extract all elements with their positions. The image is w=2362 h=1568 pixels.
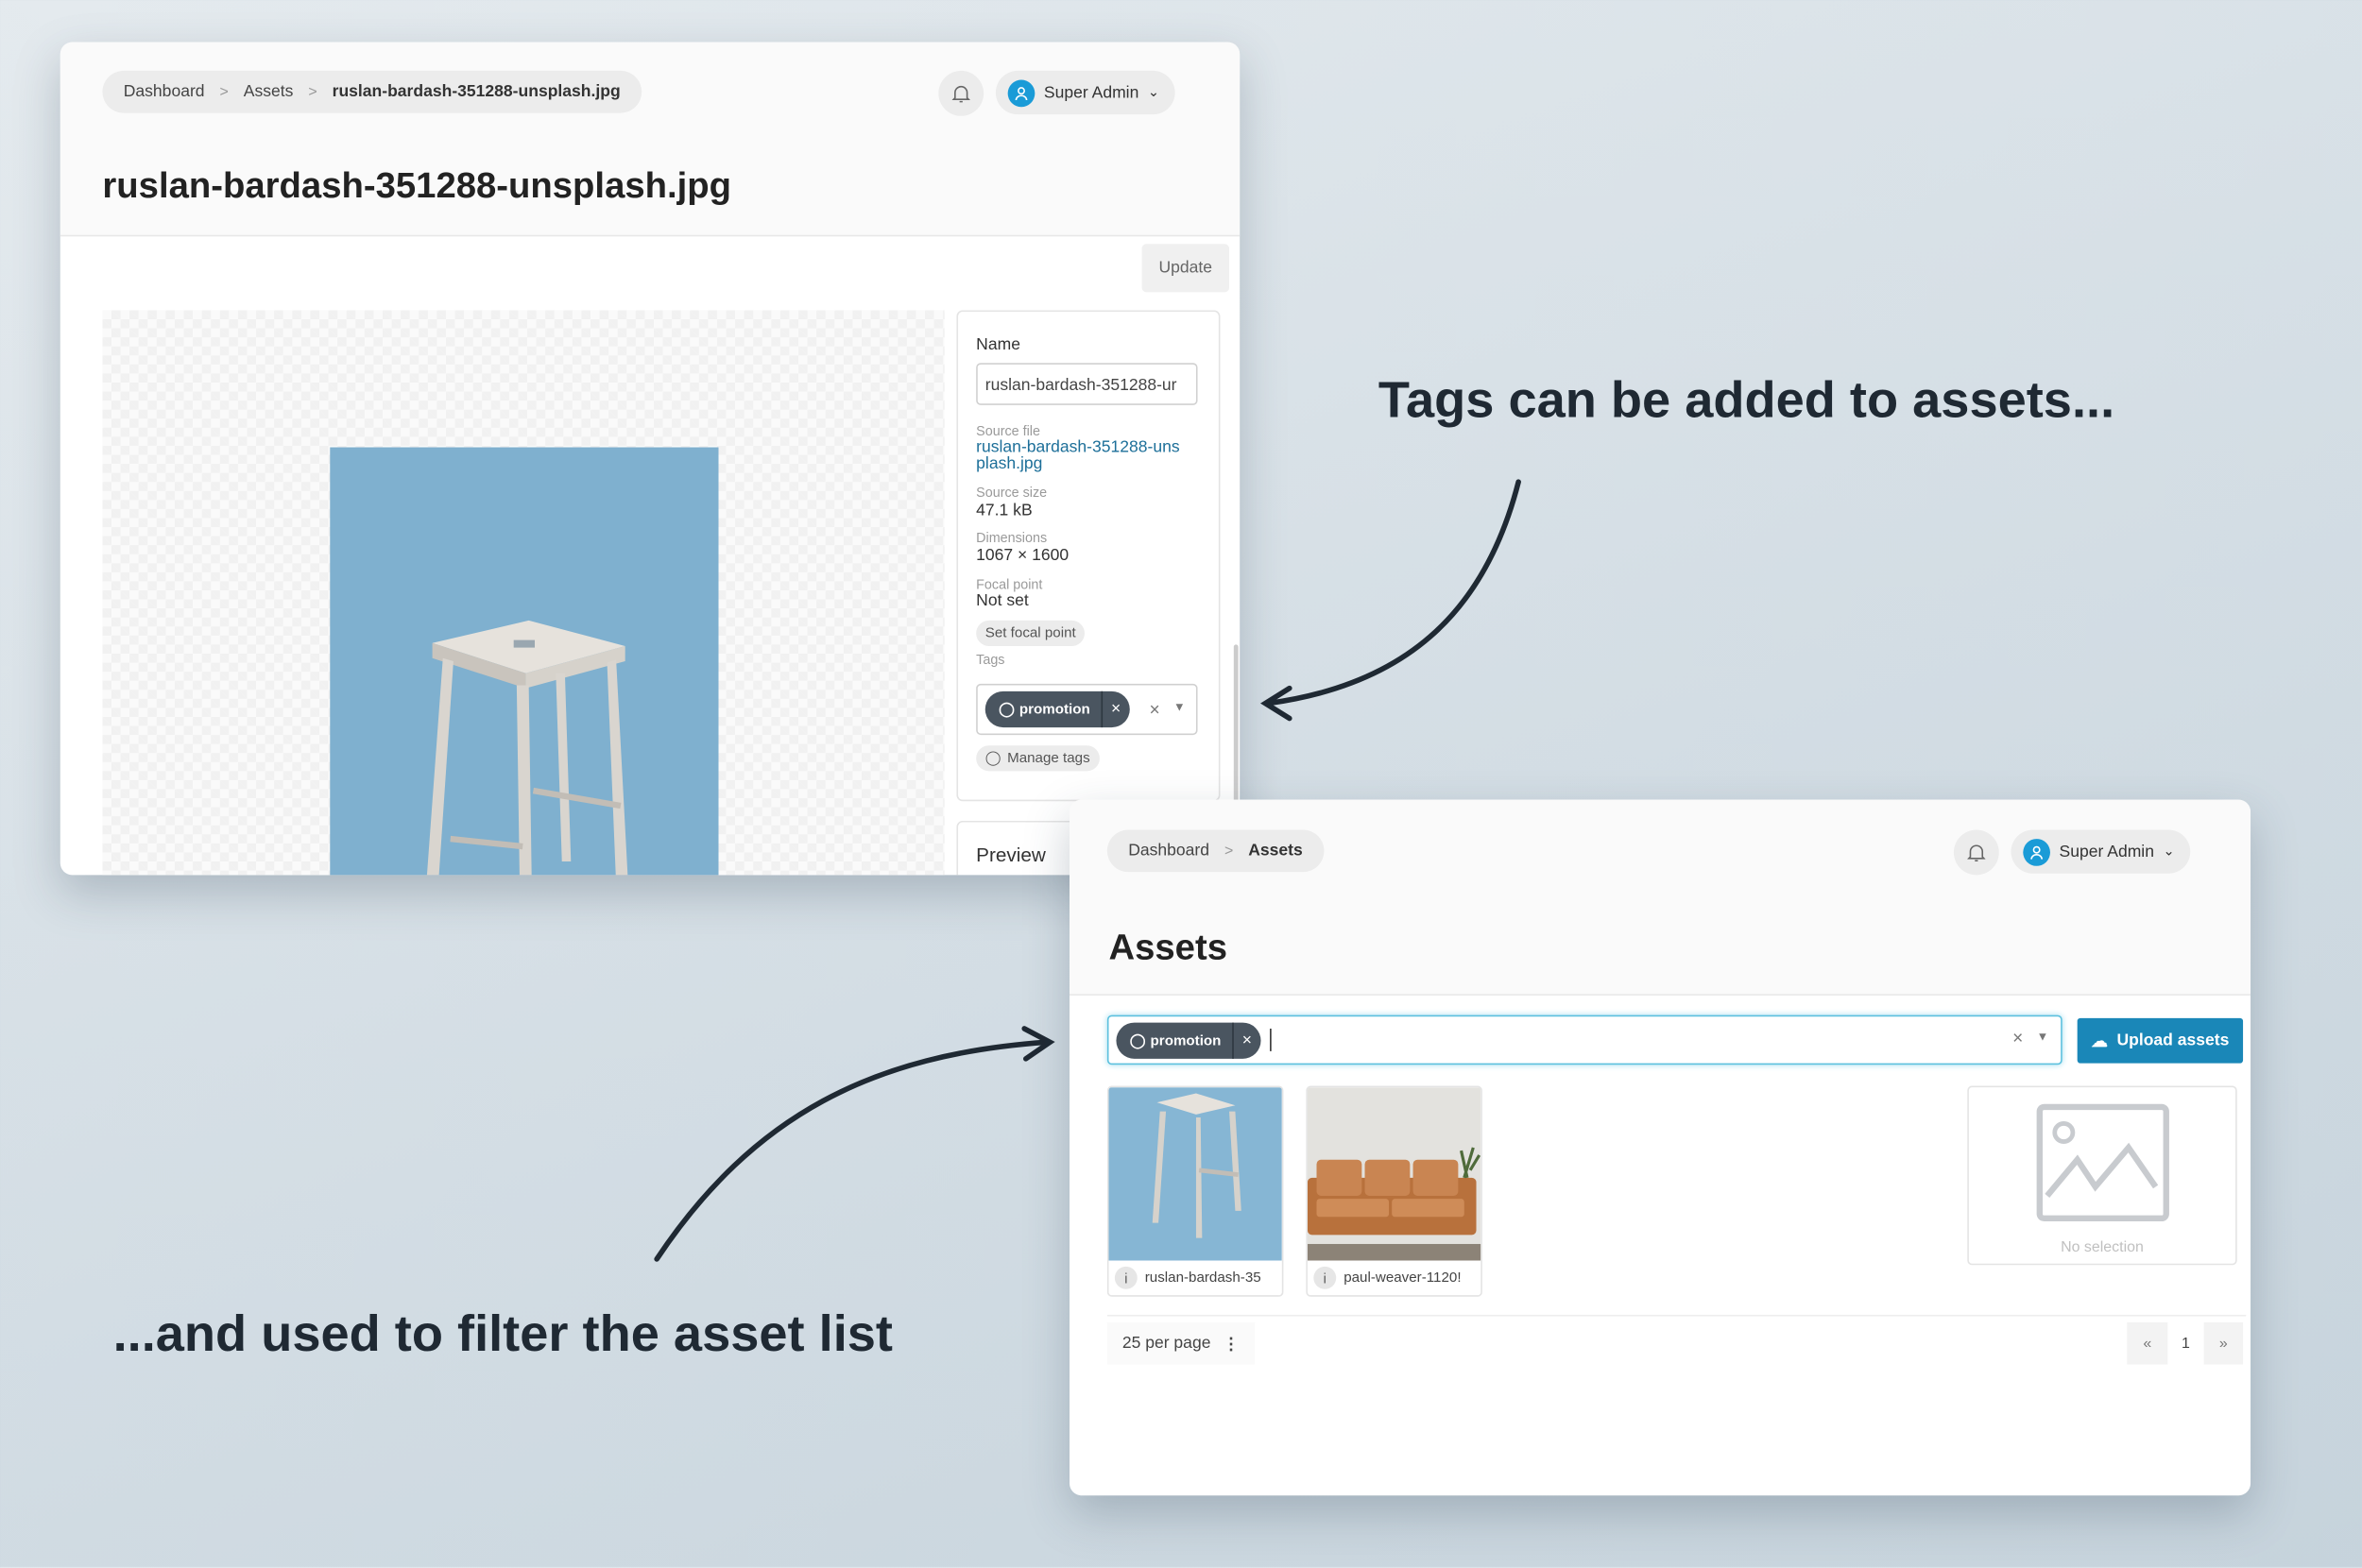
prev-page-button[interactable]: « bbox=[2127, 1321, 2168, 1365]
source-size-value: 47.1 kB bbox=[976, 501, 1033, 520]
upload-label: Upload assets bbox=[2116, 1031, 2230, 1050]
chevron-right-icon: > bbox=[308, 83, 317, 101]
tag-filter-input[interactable]: ◯ promotion × × ▼ bbox=[1106, 1014, 2062, 1065]
cloud-upload-icon: ☁ bbox=[2091, 1031, 2108, 1051]
source-size-label: Source size bbox=[976, 485, 1048, 501]
breadcrumb-dashboard[interactable]: Dashboard bbox=[124, 83, 205, 101]
user-menu[interactable]: Super Admin ⌄ bbox=[995, 70, 1174, 115]
asset-name: paul-weaver-1120! bbox=[1344, 1270, 1462, 1287]
focal-point-label: Focal point bbox=[976, 576, 1043, 592]
breadcrumb-current: ruslan-bardash-351288-unsplash.jpg bbox=[332, 82, 621, 101]
asset-card[interactable]: i ruslan-bardash-35 bbox=[1106, 1085, 1284, 1297]
stool-image bbox=[330, 447, 719, 876]
text-cursor bbox=[1270, 1028, 1272, 1051]
breadcrumb-assets[interactable]: Assets bbox=[244, 83, 294, 101]
per-page-label: 25 per page bbox=[1121, 1334, 1211, 1353]
clear-icon[interactable]: × bbox=[1150, 699, 1160, 720]
manage-tags-button[interactable]: ◯ Manage tags bbox=[976, 745, 1100, 772]
image-preview-area bbox=[102, 310, 945, 876]
asset-name: ruslan-bardash-35 bbox=[1144, 1270, 1261, 1287]
selection-preview: No selection bbox=[1967, 1085, 2237, 1266]
filter-tag-label: promotion bbox=[1150, 1031, 1222, 1049]
arrow-to-tags bbox=[1265, 479, 1521, 707]
asset-card[interactable]: i paul-weaver-1120! bbox=[1306, 1085, 1482, 1297]
asset-detail-window: Dashboard > Assets > ruslan-bardash-351288… bbox=[60, 42, 1241, 876]
tags-select[interactable]: ◯ promotion × × ▼ bbox=[976, 683, 1198, 736]
manage-tags-label: Manage tags bbox=[1007, 750, 1090, 767]
tag-icon: ◯ bbox=[999, 701, 1016, 718]
asset-caption: i ruslan-bardash-35 bbox=[1108, 1261, 1281, 1296]
user-menu[interactable]: Super Admin ⌄ bbox=[2011, 829, 2190, 874]
dimensions-label: Dimensions bbox=[976, 530, 1048, 546]
chevron-right-icon: > bbox=[219, 83, 229, 101]
asset-info-panel: Name ruslan-bardash-351288-ur Source fil… bbox=[956, 310, 1221, 802]
user-avatar-icon bbox=[1007, 78, 1036, 107]
tag-label: promotion bbox=[1018, 701, 1090, 718]
dimensions-value: 1067 × 1600 bbox=[976, 546, 1070, 565]
filter-chip-promotion: ◯ promotion × bbox=[1116, 1022, 1261, 1059]
clear-icon[interactable]: × bbox=[2012, 1027, 2023, 1048]
name-input[interactable]: ruslan-bardash-351288-ur bbox=[976, 363, 1198, 405]
focal-point-value: Not set bbox=[976, 591, 1029, 610]
preview-heading: Preview bbox=[976, 843, 1046, 866]
page-title: Assets bbox=[1108, 928, 1227, 969]
kebab-menu-icon: ⋮ bbox=[1223, 1335, 1240, 1354]
notifications-button[interactable] bbox=[938, 70, 984, 116]
page-title: ruslan-bardash-351288-unsplash.jpg bbox=[102, 165, 732, 207]
per-page-select[interactable]: 25 per page ⋮ bbox=[1106, 1321, 1255, 1365]
info-icon[interactable]: i bbox=[1114, 1266, 1138, 1289]
asset-list-window: Dashboard > Assets Super Admin ⌄ Assets ◯… bbox=[1070, 799, 2251, 1496]
user-name: Super Admin bbox=[1043, 83, 1139, 102]
dropdown-caret-icon[interactable]: ▼ bbox=[1173, 700, 1186, 713]
breadcrumb: Dashboard > Assets bbox=[1106, 829, 1325, 873]
breadcrumb-dashboard[interactable]: Dashboard bbox=[1128, 842, 1209, 860]
asset-caption: i paul-weaver-1120! bbox=[1308, 1261, 1481, 1296]
user-name: Super Admin bbox=[2059, 843, 2154, 861]
asset-thumbnail bbox=[1307, 1087, 1481, 1261]
next-page-button[interactable]: » bbox=[2203, 1321, 2244, 1365]
breadcrumb-current: Assets bbox=[1248, 842, 1303, 861]
chevron-right-icon: > bbox=[1224, 843, 1234, 860]
tags-label: Tags bbox=[976, 652, 1005, 668]
bell-icon bbox=[951, 85, 970, 102]
set-focal-point-button[interactable]: Set focal point bbox=[976, 620, 1086, 646]
upload-assets-button[interactable]: ☁ Upload assets bbox=[2077, 1017, 2244, 1064]
user-avatar-icon bbox=[2023, 838, 2050, 865]
remove-tag-icon[interactable]: × bbox=[1102, 700, 1129, 718]
current-page[interactable]: 1 bbox=[2167, 1322, 2203, 1365]
bell-icon bbox=[1967, 844, 1986, 861]
name-label: Name bbox=[976, 335, 1020, 354]
tag-icon: ◯ bbox=[1129, 1031, 1146, 1049]
chevron-down-icon: ⌄ bbox=[1147, 84, 1159, 100]
chevron-down-icon: ⌄ bbox=[2163, 843, 2175, 859]
update-button[interactable]: Update bbox=[1141, 244, 1230, 293]
divider bbox=[1106, 1314, 2247, 1317]
breadcrumb: Dashboard > Assets > ruslan-bardash-351288… bbox=[102, 70, 642, 113]
dropdown-caret-icon[interactable]: ▼ bbox=[2037, 1031, 2049, 1044]
tag-chip-promotion: ◯ promotion × bbox=[984, 690, 1130, 728]
notifications-button[interactable] bbox=[1953, 829, 1999, 876]
info-icon[interactable]: i bbox=[1313, 1266, 1337, 1289]
arrow-to-filter bbox=[654, 1039, 1050, 1262]
remove-filter-icon[interactable]: × bbox=[1233, 1031, 1260, 1049]
source-file-label: Source file bbox=[976, 423, 1040, 438]
source-file-link[interactable]: ruslan-bardash-351288-unsplash.jpg bbox=[976, 439, 1187, 473]
asset-thumbnail bbox=[1108, 1087, 1282, 1261]
image-placeholder-icon bbox=[2036, 1103, 2169, 1222]
tag-icon: ◯ bbox=[984, 750, 1001, 767]
no-selection-label: No selection bbox=[2061, 1239, 2144, 1256]
